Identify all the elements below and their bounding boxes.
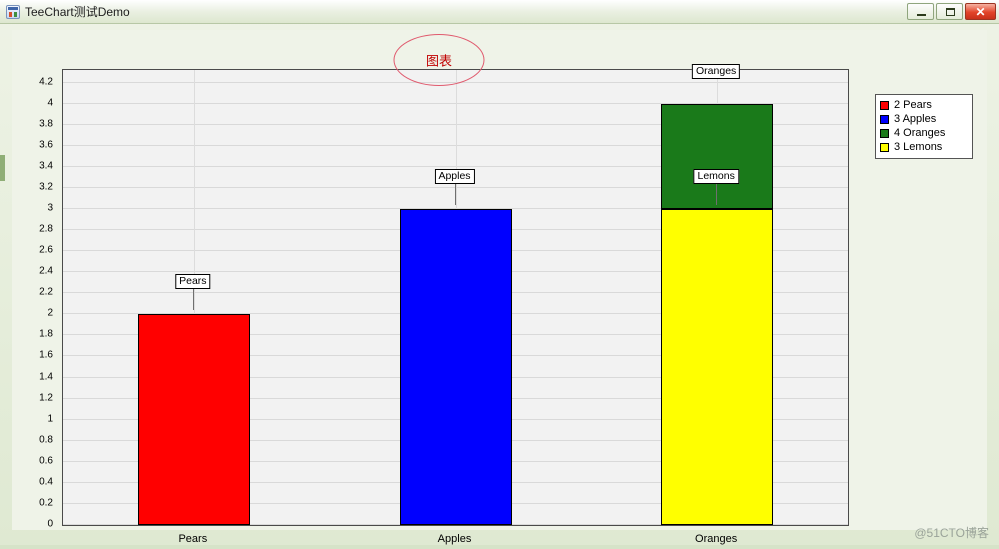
x-axis: Pears Apples Oranges	[62, 533, 849, 549]
close-button[interactable]: ✕	[965, 3, 996, 20]
legend-color-swatch	[880, 114, 889, 124]
application-window: TeeChart测试Demo ✕ 0 0.2 0.4 0.6 0.8 1 1.2 1.4 1.6…	[0, 0, 999, 545]
maximize-icon	[946, 8, 955, 16]
bar-segment[interactable]	[399, 208, 512, 525]
bar-mark-connector	[454, 183, 456, 205]
y-axis-tick-label: 4.2	[39, 76, 53, 88]
plot-area	[62, 69, 849, 526]
legend-item[interactable]: 4 Oranges	[880, 126, 967, 140]
y-axis-tick-label: 3	[47, 202, 53, 214]
legend-item-label: 4 Oranges	[894, 127, 946, 139]
legend-item[interactable]: 2 Pears	[880, 98, 967, 112]
y-axis-tick-label: 1.8	[39, 328, 53, 340]
bar-mark-label: Oranges	[692, 64, 741, 79]
y-axis-tick-label: 2	[47, 307, 53, 319]
bar-mark-label: Apples	[434, 168, 475, 184]
bar-mark-label: Lemons	[693, 168, 739, 184]
legend-item-label: 3 Apples	[894, 113, 937, 125]
y-axis-tick-label: 0.4	[39, 476, 53, 488]
y-axis-tick-label: 0	[47, 518, 53, 530]
y-axis-tick-label: 0.8	[39, 434, 53, 446]
app-icon	[6, 4, 20, 19]
window-title: TeeChart测试Demo	[25, 5, 130, 19]
y-axis-tick-label: 2.6	[39, 244, 53, 256]
legend-item-label: 3 Lemons	[894, 141, 943, 153]
window-controls: ✕	[907, 3, 996, 20]
bar-segment[interactable]	[661, 103, 774, 209]
y-axis-tick-label: 3.2	[39, 181, 53, 193]
y-axis-tick-label: 1.6	[39, 349, 53, 361]
y-axis-tick-label: 2.4	[39, 265, 53, 277]
y-axis-tick-label: 1	[47, 413, 53, 425]
y-axis-tick-label: 4	[47, 97, 53, 109]
bar-mark-label: Pears	[175, 274, 211, 290]
legend-color-swatch	[880, 128, 889, 138]
x-axis-tick-label: Apples	[437, 533, 472, 545]
title-bar: TeeChart测试Demo ✕	[0, 0, 999, 24]
y-axis-tick-label: 3.6	[39, 139, 53, 151]
chart-panel: 0 0.2 0.4 0.6 0.8 1 1.2 1.4 1.6 1.8 2 2.2 2.4 2.6 2.8 3…	[12, 30, 987, 545]
bar-mark-connector	[716, 183, 718, 205]
legend-item[interactable]: 3 Lemons	[880, 140, 967, 154]
y-axis-tick-label: 0.2	[39, 497, 53, 509]
x-axis-tick-label: Oranges	[695, 533, 738, 545]
y-axis-tick-label: 3.4	[39, 160, 53, 172]
legend-color-swatch	[880, 142, 889, 152]
y-axis-tick-label: 1.2	[39, 392, 53, 404]
x-axis-tick-label: Pears	[178, 533, 208, 545]
y-axis-tick-label: 0.6	[39, 455, 53, 467]
bar-segment[interactable]	[137, 314, 250, 525]
chart-title: 图表	[425, 53, 453, 69]
minimize-button[interactable]	[907, 3, 934, 20]
legend-item-label: 2 Pears	[894, 99, 932, 111]
legend-color-swatch	[880, 100, 889, 110]
watermark: @51CTO博客	[914, 526, 989, 540]
y-axis-tick-label: 3.8	[39, 118, 53, 130]
chart-legend[interactable]: 2 Pears 3 Apples 4 Oranges 3 Lemons	[875, 94, 973, 159]
left-edge-tab	[0, 155, 5, 181]
bar-mark-connector	[192, 289, 194, 311]
legend-item[interactable]: 3 Apples	[880, 112, 967, 126]
maximize-button[interactable]	[936, 3, 963, 20]
y-axis-tick-label: 1.4	[39, 371, 53, 382]
bar-segment[interactable]	[661, 208, 774, 525]
y-axis: 0 0.2 0.4 0.6 0.8 1 1.2 1.4 1.6 1.8 2 2.2 2.4 2.6 2.8 3…	[12, 69, 58, 529]
y-axis-tick-label: 2.8	[39, 223, 53, 235]
minimize-icon	[917, 14, 926, 16]
y-axis-tick-label: 2.2	[39, 286, 53, 298]
